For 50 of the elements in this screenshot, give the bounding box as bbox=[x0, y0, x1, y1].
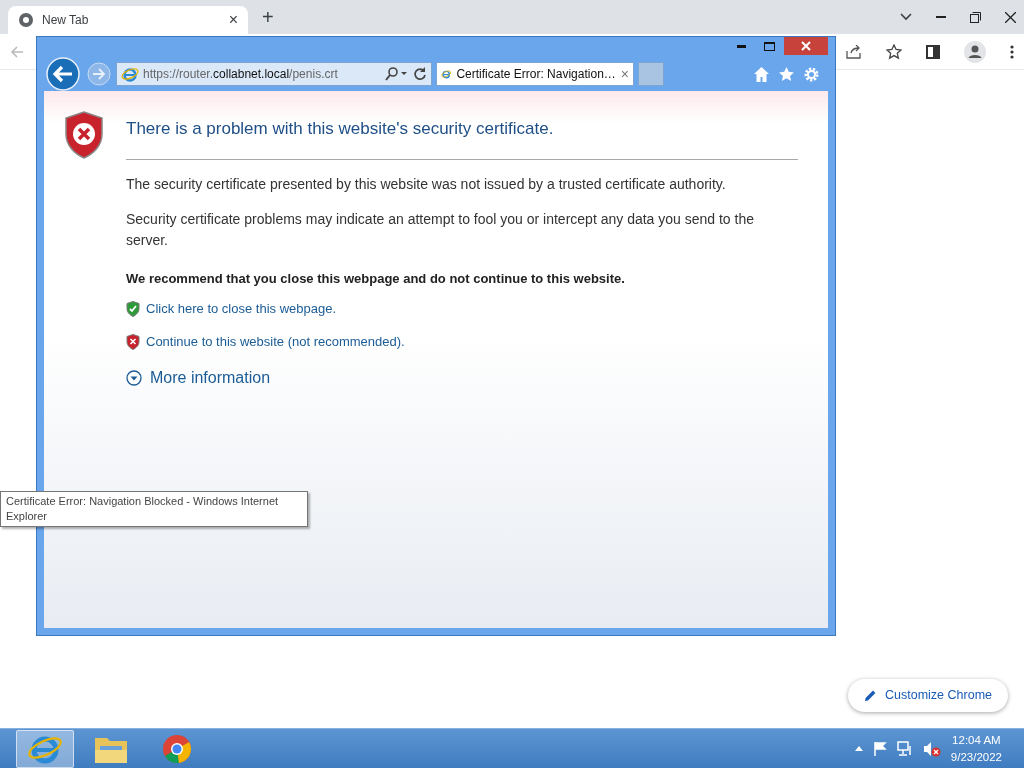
settings-icon[interactable] bbox=[803, 65, 820, 83]
close-icon bbox=[801, 41, 811, 51]
body-text: Security certificate problems may indicate an attempt to fool you or intercept any data you send to the server. bbox=[126, 210, 755, 251]
recommendation-text: We recommend that you close this webpage and do not continue to this website. bbox=[126, 270, 626, 289]
customize-chrome-button[interactable]: Customize Chrome bbox=[848, 679, 1008, 712]
star-icon[interactable] bbox=[886, 43, 902, 60]
e-logo-icon bbox=[121, 65, 139, 83]
refresh-icon[interactable] bbox=[413, 67, 427, 81]
link[interactable]: Continue to this website (not recommended). bbox=[126, 332, 798, 352]
shield-error-icon bbox=[64, 111, 104, 159]
back-button-icon[interactable] bbox=[44, 57, 82, 91]
tab-title: Certificate Error: Navigation… bbox=[456, 66, 616, 83]
close-tab-icon[interactable]: × bbox=[228, 8, 238, 32]
close-icon[interactable] bbox=[1005, 11, 1016, 23]
new-tab-button[interactable]: + bbox=[262, 2, 274, 32]
close-tab-icon[interactable]: × bbox=[620, 63, 629, 85]
browser-tab[interactable]: New Tab × bbox=[8, 6, 248, 34]
maximize-icon bbox=[763, 41, 775, 51]
minimize-icon bbox=[736, 44, 746, 48]
link[interactable]: Click here to close this webpage. bbox=[126, 298, 798, 319]
menu-icon[interactable] bbox=[1010, 44, 1014, 59]
home-icon[interactable] bbox=[753, 65, 770, 83]
chevron-down-icon[interactable] bbox=[900, 13, 912, 21]
tooltip: Certificate Error: Navigation Blocked - Windows Internet Explorer bbox=[0, 491, 308, 527]
clock-date[interactable]: 9/23/2022 bbox=[950, 748, 1002, 766]
show-hidden-icons-icon[interactable] bbox=[854, 746, 863, 751]
flag-icon[interactable] bbox=[872, 741, 887, 756]
network-icon[interactable] bbox=[896, 741, 913, 756]
pencil-icon bbox=[864, 689, 877, 703]
browser-tab[interactable]: Certificate Error: Navigation… × bbox=[436, 62, 634, 86]
side-panel-icon[interactable] bbox=[926, 44, 940, 59]
star-icon[interactable] bbox=[778, 65, 795, 83]
chrome-browser-icon bbox=[162, 733, 192, 764]
address-bar[interactable]: https://router.collabnet.local/penis.crt bbox=[116, 62, 432, 86]
taskbar-button[interactable] bbox=[16, 729, 74, 768]
tab-title: New Tab bbox=[42, 12, 90, 29]
body-text: The security certificate presented by this website was not issued by a trusted certificate authority. bbox=[126, 175, 727, 195]
shield-check-icon bbox=[126, 300, 140, 317]
profile-icon[interactable] bbox=[964, 40, 986, 63]
chrome-logo-icon bbox=[18, 12, 34, 28]
chevron-circle-icon bbox=[126, 369, 142, 386]
error-heading: There is a problem with this website's security certificate. bbox=[126, 119, 798, 161]
restore-icon[interactable] bbox=[970, 11, 981, 23]
more-information-toggle[interactable]: More information bbox=[126, 365, 271, 390]
muted-speaker-icon[interactable] bbox=[922, 740, 941, 757]
url-text[interactable]: https://router.collabnet.local/penis.crt bbox=[143, 65, 381, 83]
close-button[interactable] bbox=[784, 37, 828, 55]
search-icon[interactable] bbox=[385, 67, 409, 81]
shield-error-icon bbox=[126, 334, 140, 351]
share-icon[interactable] bbox=[846, 44, 862, 59]
